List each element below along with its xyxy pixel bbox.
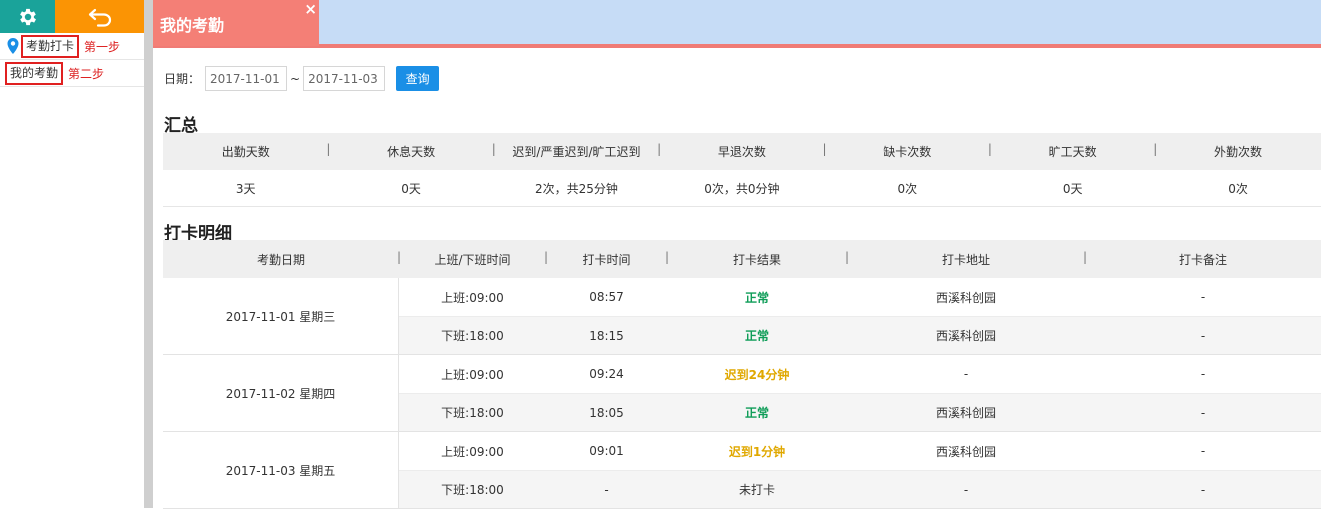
header-note: 打卡备注 [1178, 252, 1227, 267]
summary-header-cell: 外勤次数 [1214, 145, 1263, 159]
day-date-cell: 2017-11-02 星期四 [163, 355, 399, 431]
address-cell: 西溪科创园 [935, 290, 996, 305]
sidebar-item-punch-label[interactable]: 考勤打卡 [21, 34, 80, 58]
table-row: 上班:09:00 09:01 迟到1分钟 西溪科创园 - [399, 432, 1321, 470]
close-icon[interactable]: × [304, 0, 317, 18]
day-rows: 上班:09:00 08:57 正常 西溪科创园 - 下班:18:00 18:15 正常 西溪科创… [399, 278, 1321, 354]
shift-cell: 下班:18:00 [441, 406, 504, 420]
note-cell: - [1200, 405, 1206, 420]
step-one-annotation: 第一步 [84, 39, 121, 54]
summary-value-cell: 2次，共25分钟 [535, 181, 618, 196]
punch-detail-table: 考勤日期 上班/下班时间 打卡时间 打卡结果 打卡地址 打卡备注 2017-11… [163, 240, 1321, 509]
back-button[interactable] [55, 0, 146, 33]
result-cell: 正常 [744, 406, 769, 420]
sidebar: 考勤打卡 第一步 我的考勤 第二步 [0, 0, 146, 508]
summary-header-cell: 缺卡次数 [825, 142, 992, 160]
sidebar-item-punch[interactable]: 考勤打卡 第一步 [0, 33, 144, 60]
detail-header-row: 考勤日期 上班/下班时间 打卡时间 打卡结果 打卡地址 打卡备注 [163, 240, 1321, 278]
note-cell: - [1200, 482, 1206, 497]
summary-value-cell: 3天 [235, 181, 256, 196]
summary-header-cell: 早退次数 [659, 142, 827, 160]
day-group: 2017-11-01 星期三 上班:09:00 08:57 正常 西溪科创园 - 下班:18… [163, 278, 1321, 355]
summary-value-row: 3天 0天 2次，共25分钟 0次，共0分钟 0次 0天 0次 [163, 170, 1321, 207]
header-punch-time: 打卡时间 [546, 250, 669, 268]
result-cell: 未打卡 [738, 483, 775, 497]
header-shift: 上班/下班时间 [399, 250, 548, 268]
day-rows: 上班:09:00 09:24 迟到24分钟 - - 下班:18:00 18:05 正常 西溪科创… [399, 355, 1321, 431]
table-row: 下班:18:00 18:15 正常 西溪科创园 - [399, 316, 1321, 354]
summary-value-cell: 0次 [897, 181, 918, 196]
result-cell: 正常 [744, 290, 769, 305]
day-date-cell: 2017-11-03 星期五 [163, 432, 399, 508]
note-cell: - [1200, 290, 1206, 304]
day-date-cell: 2017-11-01 星期三 [163, 278, 399, 354]
shift-cell: 上班:09:00 [441, 367, 504, 382]
shift-cell: 上班:09:00 [441, 290, 504, 305]
gear-icon [19, 8, 36, 25]
punch-time-cell: 09:01 [589, 444, 624, 458]
header-address: 打卡地址 [847, 250, 1087, 268]
table-row: 上班:09:00 08:57 正常 西溪科创园 - [399, 278, 1321, 316]
result-cell: 迟到24分钟 [724, 367, 790, 382]
shift-cell: 上班:09:00 [441, 444, 504, 459]
start-date-input[interactable] [205, 66, 288, 91]
summary-header-cell: 旷工天数 [990, 142, 1158, 160]
result-cell: 迟到1分钟 [728, 444, 786, 459]
summary-value-cell: 0天 [1062, 181, 1083, 196]
result-cell: 正常 [744, 329, 769, 343]
address-cell: 西溪科创园 [935, 329, 996, 343]
header-date: 考勤日期 [163, 250, 401, 268]
address-cell: - [963, 367, 969, 381]
sidebar-divider [144, 0, 153, 508]
address-cell: 西溪科创园 [935, 406, 996, 420]
address-cell: - [963, 482, 969, 497]
table-row: 上班:09:00 09:24 迟到24分钟 - - [399, 355, 1321, 393]
step-two-annotation: 第二步 [68, 66, 105, 81]
detail-body: 2017-11-01 星期三 上班:09:00 08:57 正常 西溪科创园 - 下班:18… [163, 278, 1321, 509]
summary-table: 出勤天数休息天数迟到/严重迟到/旷工迟到早退次数缺卡次数旷工天数 外勤次数 3天 0… [163, 133, 1321, 207]
date-filter: 日期： ~ 查询 [164, 66, 440, 91]
day-rows: 上班:09:00 09:01 迟到1分钟 西溪科创园 - 下班:18:00 - 未打卡 - - [399, 432, 1321, 508]
punch-time-cell: 09:24 [589, 367, 624, 381]
tab-bar [153, 0, 1321, 48]
punch-time-cell: 18:05 [589, 405, 624, 420]
table-row: 下班:18:00 18:05 正常 西溪科创园 - [399, 393, 1321, 431]
summary-value-cell: 0次，共0分钟 [704, 181, 780, 196]
punch-time-cell: - [604, 482, 609, 497]
date-label: 日期： [164, 72, 201, 86]
undo-arrow-icon [88, 8, 111, 27]
tab-bar-underline [153, 44, 1321, 48]
punch-time-cell: 08:57 [589, 290, 624, 304]
note-cell: - [1200, 328, 1206, 343]
summary-header-cell: 出勤天数 [163, 142, 331, 160]
summary-value-cell: 0次 [1228, 181, 1248, 196]
shift-cell: 下班:18:00 [441, 483, 504, 497]
table-row: 下班:18:00 - 未打卡 - - [399, 470, 1321, 508]
tab-title: 我的考勤 [160, 16, 225, 35]
summary-header-cell: 迟到/严重迟到/旷工迟到 [494, 142, 661, 160]
end-date-input[interactable] [303, 66, 386, 91]
summary-header-cell: 休息天数 [328, 142, 496, 160]
settings-button[interactable] [0, 0, 55, 33]
summary-header-row: 出勤天数休息天数迟到/严重迟到/旷工迟到早退次数缺卡次数旷工天数 外勤次数 [163, 133, 1321, 170]
date-separator: ~ [290, 71, 301, 86]
punch-time-cell: 18:15 [589, 328, 624, 343]
shift-cell: 下班:18:00 [441, 329, 504, 343]
header-result: 打卡结果 [667, 250, 849, 268]
query-button[interactable]: 查询 [396, 66, 440, 91]
day-group: 2017-11-02 星期四 上班:09:00 09:24 迟到24分钟 - - 下班:18… [163, 355, 1321, 432]
day-group: 2017-11-03 星期五 上班:09:00 09:01 迟到1分钟 西溪科创园 - 下班… [163, 432, 1321, 509]
note-cell: - [1200, 367, 1206, 381]
tab-my-attendance[interactable]: 我的考勤 × [153, 0, 319, 46]
sidebar-item-my-attendance[interactable]: 我的考勤 第二步 [0, 60, 144, 87]
note-cell: - [1200, 444, 1206, 458]
summary-value-cell: 0天 [401, 181, 421, 196]
sidebar-item-my-attendance-label[interactable]: 我的考勤 [5, 61, 64, 85]
map-pin-icon [7, 38, 19, 54]
address-cell: 西溪科创园 [935, 444, 996, 459]
